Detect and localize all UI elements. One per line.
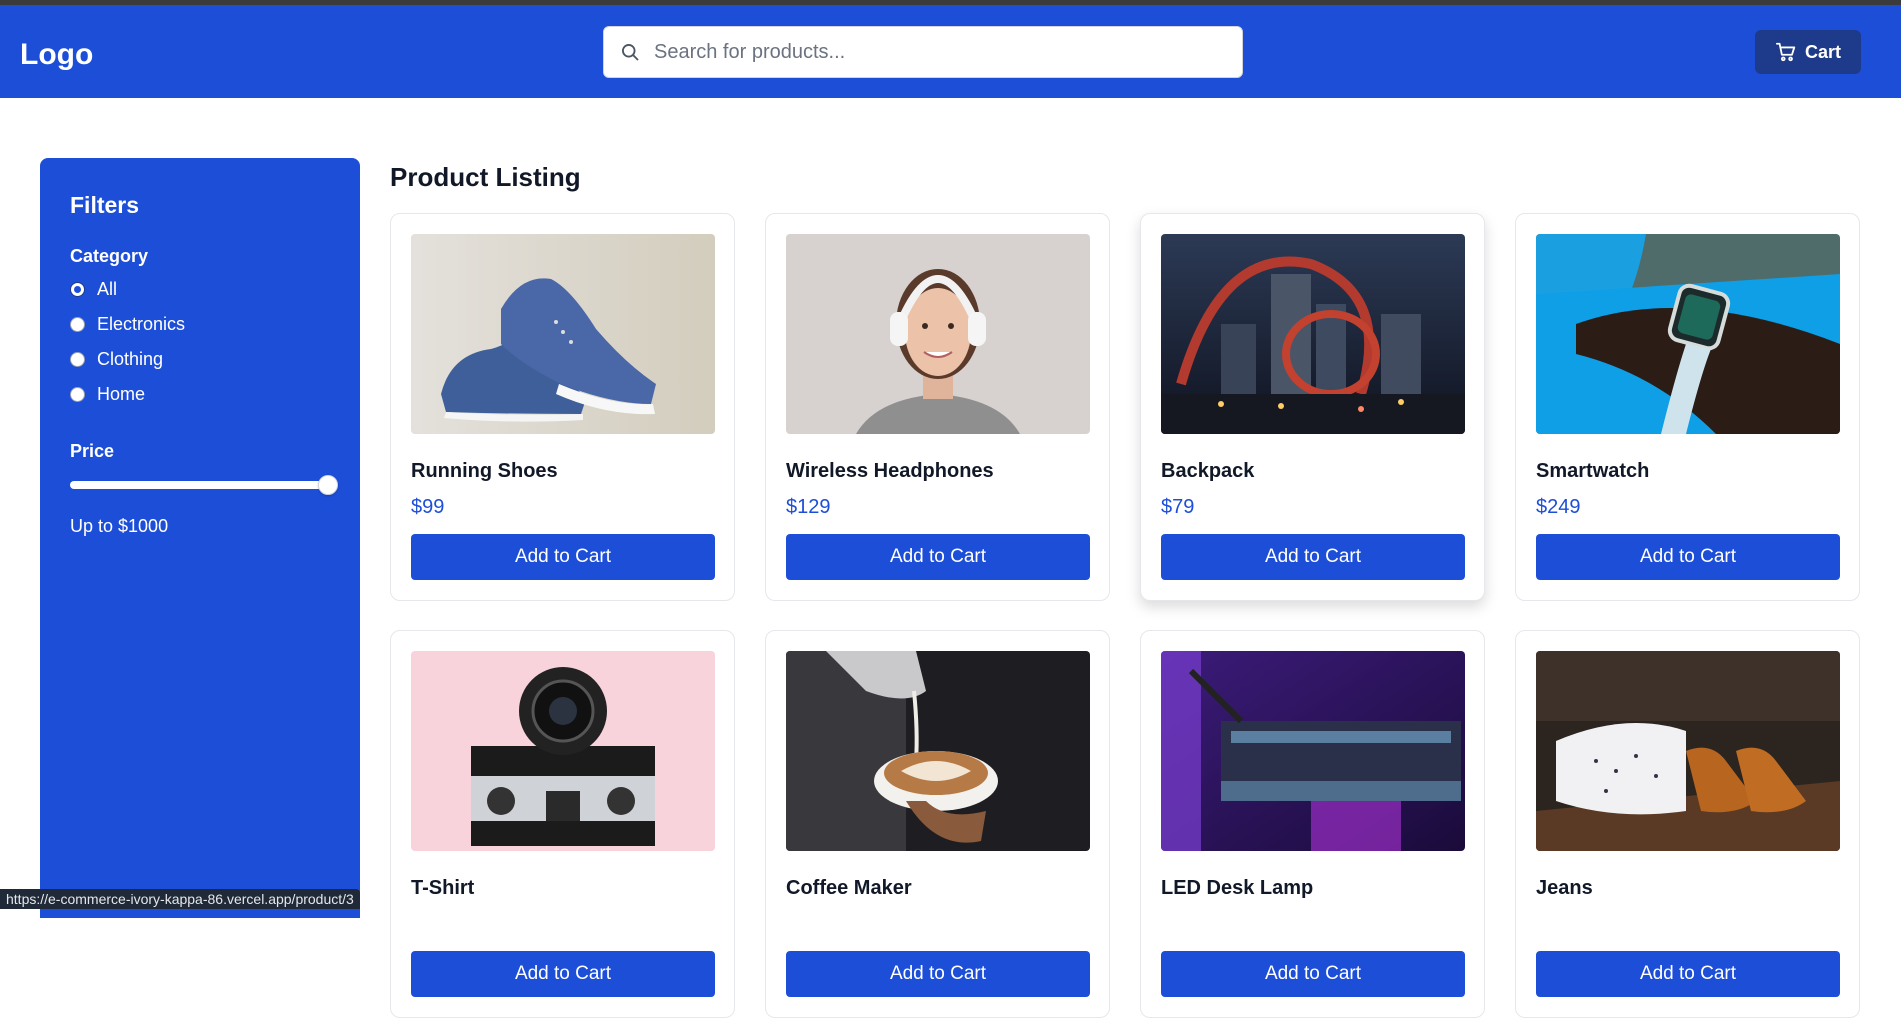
product-card[interactable]: LED Desk Lamp Add to Cart (1140, 630, 1485, 1018)
product-image[interactable] (1161, 651, 1465, 851)
add-to-cart-button[interactable]: Add to Cart (1536, 534, 1840, 580)
shopping-cart-icon (1775, 42, 1796, 62)
add-to-cart-button[interactable]: Add to Cart (786, 951, 1090, 997)
category-label: Electronics (97, 314, 186, 334)
filters-title: Filters (70, 192, 140, 218)
category-label: Clothing (97, 349, 164, 369)
product-card[interactable]: T-Shirt Add to Cart (390, 630, 735, 1018)
radio-button[interactable] (70, 282, 85, 297)
search-bar[interactable] (603, 26, 1243, 78)
radio-button[interactable] (70, 387, 85, 402)
product-image[interactable] (786, 234, 1090, 434)
add-to-cart-button[interactable]: Add to Cart (786, 534, 1090, 580)
product-image[interactable] (411, 234, 715, 434)
category-label: All (97, 279, 118, 299)
search-input[interactable] (654, 27, 1234, 77)
product-image[interactable] (1161, 234, 1465, 434)
product-card[interactable]: Backpack $79 Add to Cart (1140, 213, 1485, 601)
product-name[interactable]: T-Shirt (411, 877, 474, 900)
product-card[interactable]: Coffee Maker Add to Cart (765, 630, 1110, 1018)
category-radio-home[interactable]: Home (70, 384, 145, 405)
status-bar-url: https://e-commerce-ivory-kappa-86.vercel… (0, 889, 360, 909)
product-image[interactable] (411, 651, 715, 851)
product-card[interactable]: Jeans Add to Cart (1515, 630, 1860, 1018)
radio-button[interactable] (70, 317, 85, 332)
price-range-label: Up to $1000 (70, 516, 169, 536)
price-title: Price (70, 441, 115, 461)
category-radio-electronics[interactable]: Electronics (70, 314, 185, 335)
product-image[interactable] (1536, 234, 1840, 434)
search-icon (622, 44, 639, 61)
product-name[interactable]: LED Desk Lamp (1161, 877, 1313, 900)
price-slider-thumb[interactable] (318, 475, 338, 495)
product-card[interactable]: Smartwatch $249 Add to Cart (1515, 213, 1860, 601)
price-slider[interactable] (70, 475, 338, 495)
category-title: Category (70, 246, 149, 266)
radio-button[interactable] (70, 352, 85, 367)
site-header: Logo Cart (0, 5, 1901, 98)
product-name[interactable]: Smartwatch (1536, 460, 1649, 483)
product-name[interactable]: Wireless Headphones (786, 460, 994, 483)
product-name[interactable]: Jeans (1536, 877, 1593, 900)
add-to-cart-button[interactable]: Add to Cart (1161, 951, 1465, 997)
category-radio-clothing[interactable]: Clothing (70, 349, 163, 370)
category-label: Home (97, 384, 146, 404)
product-card[interactable]: Running Shoes $99 Add to Cart (390, 213, 735, 601)
filters-sidebar: Filters Category All Electronics Clothin… (40, 158, 360, 918)
logo[interactable]: Logo (20, 38, 93, 72)
page-title: Product Listing (390, 162, 581, 192)
product-image[interactable] (786, 651, 1090, 851)
product-name[interactable]: Backpack (1161, 460, 1254, 483)
product-price: $79 (1161, 496, 1195, 518)
cart-label: Cart (1804, 41, 1841, 62)
category-radio-all[interactable]: All (70, 279, 117, 300)
add-to-cart-button[interactable]: Add to Cart (411, 534, 715, 580)
product-image[interactable] (1536, 651, 1840, 851)
add-to-cart-button[interactable]: Add to Cart (1536, 951, 1840, 997)
product-price: $129 (786, 496, 831, 518)
product-price: $99 (411, 496, 445, 518)
cart-button[interactable]: Cart (1755, 30, 1861, 74)
product-name[interactable]: Coffee Maker (786, 877, 912, 900)
product-name[interactable]: Running Shoes (411, 460, 558, 483)
product-price: $249 (1536, 496, 1581, 518)
add-to-cart-button[interactable]: Add to Cart (411, 951, 715, 997)
product-card[interactable]: Wireless Headphones $129 Add to Cart (765, 213, 1110, 601)
add-to-cart-button[interactable]: Add to Cart (1161, 534, 1465, 580)
